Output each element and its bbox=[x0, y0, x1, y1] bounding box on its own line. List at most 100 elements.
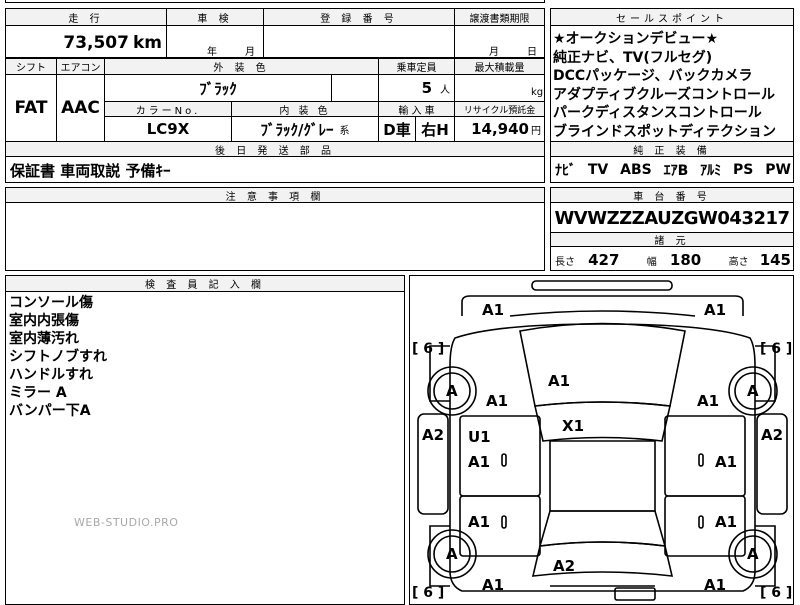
car-diagram-box: A1 A1 A1 A1 A1 A2 A2 U1 A1 A1 A1 A1 X1 A… bbox=[409, 275, 794, 605]
import-header: 輸 入 車 bbox=[379, 102, 454, 117]
label-left-front-door-top: U1 bbox=[468, 428, 491, 446]
sales-point-line: DCCパッケージ、バックカメラ bbox=[553, 68, 753, 84]
label-left-rear-door: A1 bbox=[468, 513, 491, 531]
recycle-header: リサイクル預託金 bbox=[455, 102, 544, 116]
width-label: 幅 bbox=[646, 256, 657, 268]
label-rear-left: A1 bbox=[482, 576, 505, 594]
label-wheel-fr: A bbox=[747, 382, 759, 400]
inspector-note-line: ミラー A bbox=[9, 385, 67, 401]
transfer-header: 譲渡書類期限 bbox=[455, 9, 544, 26]
label-bracket-bl: [ 6 ] bbox=[412, 585, 445, 601]
shift-value: FAT bbox=[14, 98, 48, 118]
equipment-item: PW bbox=[765, 162, 791, 178]
max-load-header: 最大積載量 bbox=[455, 59, 544, 74]
sales-point-line: パークディスタンスコントロール bbox=[553, 105, 762, 121]
mileage-box: 走 行 73,507 km bbox=[5, 8, 167, 58]
label-front-left: A1 bbox=[482, 301, 505, 319]
inspector-note-line: コンソール傷 bbox=[9, 295, 93, 311]
transfer-day: 日 bbox=[527, 47, 537, 58]
label-right-rear-door: A1 bbox=[715, 513, 738, 531]
notes-box: 注 意 事 項 欄 bbox=[5, 187, 545, 271]
length-label: 長さ bbox=[555, 256, 575, 268]
sales-points-box: セールスポイント ★オークションデビュー★ 純正ナビ、TV(フルセグ) DCCパ… bbox=[550, 8, 794, 142]
height-value: 145 bbox=[759, 250, 791, 269]
width-value: 180 bbox=[669, 250, 702, 269]
recycle-value: 14,940 bbox=[471, 120, 529, 138]
label-trunk: A2 bbox=[553, 557, 576, 575]
transfer-box: 譲渡書類期限 月 日 bbox=[454, 8, 545, 58]
interior-color-suffix: 系 bbox=[339, 125, 350, 137]
label-wheel-rr: A bbox=[747, 545, 759, 563]
label-right-side-outer: A2 bbox=[761, 426, 784, 444]
sales-point-line: アダプティブクルーズコントロール bbox=[553, 86, 776, 103]
max-load-unit: kg bbox=[531, 87, 544, 98]
equipment-item: ﾅﾋﾞ bbox=[555, 163, 576, 179]
import-type: D車 bbox=[383, 120, 411, 139]
sales-points-header: セールスポイント bbox=[551, 9, 793, 26]
inspection-month: 月 bbox=[245, 47, 255, 58]
label-bracket-tr: [ 6 ] bbox=[760, 341, 793, 357]
color-no-value: LC9X bbox=[146, 120, 190, 138]
inspection-box: 車 検 年 月 bbox=[166, 8, 264, 58]
aircon-header: エアコン bbox=[57, 59, 104, 74]
inspector-note-line: バンパー下A bbox=[9, 403, 91, 419]
label-left-front-fender: A1 bbox=[486, 392, 509, 410]
label-wheel-rl: A bbox=[446, 545, 458, 563]
inspector-note-line: 室内内張傷 bbox=[9, 313, 79, 329]
genuine-equipment-header: 純 正 装 備 bbox=[551, 142, 793, 157]
registration-header: 登 録 番 号 bbox=[264, 9, 454, 26]
capacity-value: 5 bbox=[421, 79, 432, 97]
import-handle: 右H bbox=[421, 120, 449, 139]
later-parts-header: 後 日 発 送 部 品 bbox=[6, 142, 544, 157]
capacity-unit: 人 bbox=[440, 84, 450, 96]
exterior-color-header: 外 装 色 bbox=[105, 59, 378, 74]
equipment-item: ABS bbox=[620, 162, 652, 178]
chassis-number: WVWZZZAUZGW043217 bbox=[554, 207, 790, 229]
inspector-note-line: 室内薄汚れ bbox=[9, 331, 79, 347]
transfer-month: 月 bbox=[489, 47, 499, 58]
shift-header: シフト bbox=[6, 59, 56, 74]
label-right-front-door: A1 bbox=[715, 453, 738, 471]
notes-header: 注 意 事 項 欄 bbox=[6, 188, 544, 203]
watermark: WEB-STUDIO.PRO bbox=[74, 516, 179, 529]
inspector-notes-header: 検 査 員 記 入 欄 bbox=[6, 276, 404, 292]
sales-point-line: ★オークションデビュー★ bbox=[553, 31, 719, 47]
equipment-item: PS bbox=[733, 162, 754, 178]
equipment-item: ｱﾙﾐ bbox=[700, 163, 722, 179]
label-right-front-fender: A1 bbox=[697, 392, 720, 410]
label-bracket-tl: [ 6 ] bbox=[412, 341, 445, 357]
later-parts-box: 後 日 発 送 部 品 保証書 車両取説 予備ｷｰ bbox=[5, 141, 545, 183]
color-no-header: カラーNo. bbox=[105, 102, 231, 117]
mileage-unit: km bbox=[132, 33, 162, 53]
label-roof: X1 bbox=[562, 417, 585, 435]
interior-color-value: ﾌﾞﾗｯｸ/ｸﾞﾚｰ bbox=[260, 120, 334, 139]
specs-header: 諸 元 bbox=[551, 233, 793, 247]
label-hood: A1 bbox=[548, 372, 571, 390]
length-value: 427 bbox=[588, 250, 620, 269]
inspector-note-line: ハンドルすれ bbox=[9, 367, 93, 383]
spec-grid: シフト エアコン 外 装 色 乗車定員 最大積載量 FAT AAC ﾌﾞﾗｯｸ … bbox=[5, 58, 545, 142]
label-bracket-br: [ 6 ] bbox=[760, 585, 793, 601]
inspector-note-line: シフトノブすれ bbox=[9, 349, 107, 365]
recycle-unit: 円 bbox=[531, 125, 541, 137]
label-front-right: A1 bbox=[704, 301, 727, 319]
inspection-header: 車 検 bbox=[167, 9, 263, 26]
interior-color-header: 内 装 色 bbox=[232, 102, 378, 117]
chassis-box: 車 台 番 号 WVWZZZAUZGW043217 諸 元 長さ 427 幅 1… bbox=[550, 187, 794, 271]
capacity-header: 乗車定員 bbox=[379, 59, 454, 74]
chassis-header: 車 台 番 号 bbox=[551, 188, 793, 203]
label-wheel-fl: A bbox=[446, 382, 458, 400]
genuine-equipment-box: 純 正 装 備 ﾅﾋﾞ TV ABS ｴｱB ｱﾙﾐ PS PW bbox=[550, 141, 794, 183]
label-rear-right: A1 bbox=[704, 576, 727, 594]
equipment-item: TV bbox=[587, 162, 609, 178]
label-left-side-outer: A2 bbox=[422, 426, 445, 444]
aircon-value: AAC bbox=[61, 98, 100, 118]
later-parts-value: 保証書 車両取説 予備ｷｰ bbox=[10, 161, 171, 180]
sales-point-line: 純正ナビ、TV(フルセグ) bbox=[553, 49, 713, 66]
exterior-color-value: ﾌﾞﾗｯｸ bbox=[199, 79, 237, 98]
inspection-year: 年 bbox=[207, 47, 217, 58]
top-strip bbox=[5, 0, 545, 3]
mileage-value: 73,507 bbox=[63, 33, 129, 53]
height-label: 高さ bbox=[728, 256, 749, 268]
sales-point-line: ブラインドスポットディテクション bbox=[553, 123, 777, 140]
